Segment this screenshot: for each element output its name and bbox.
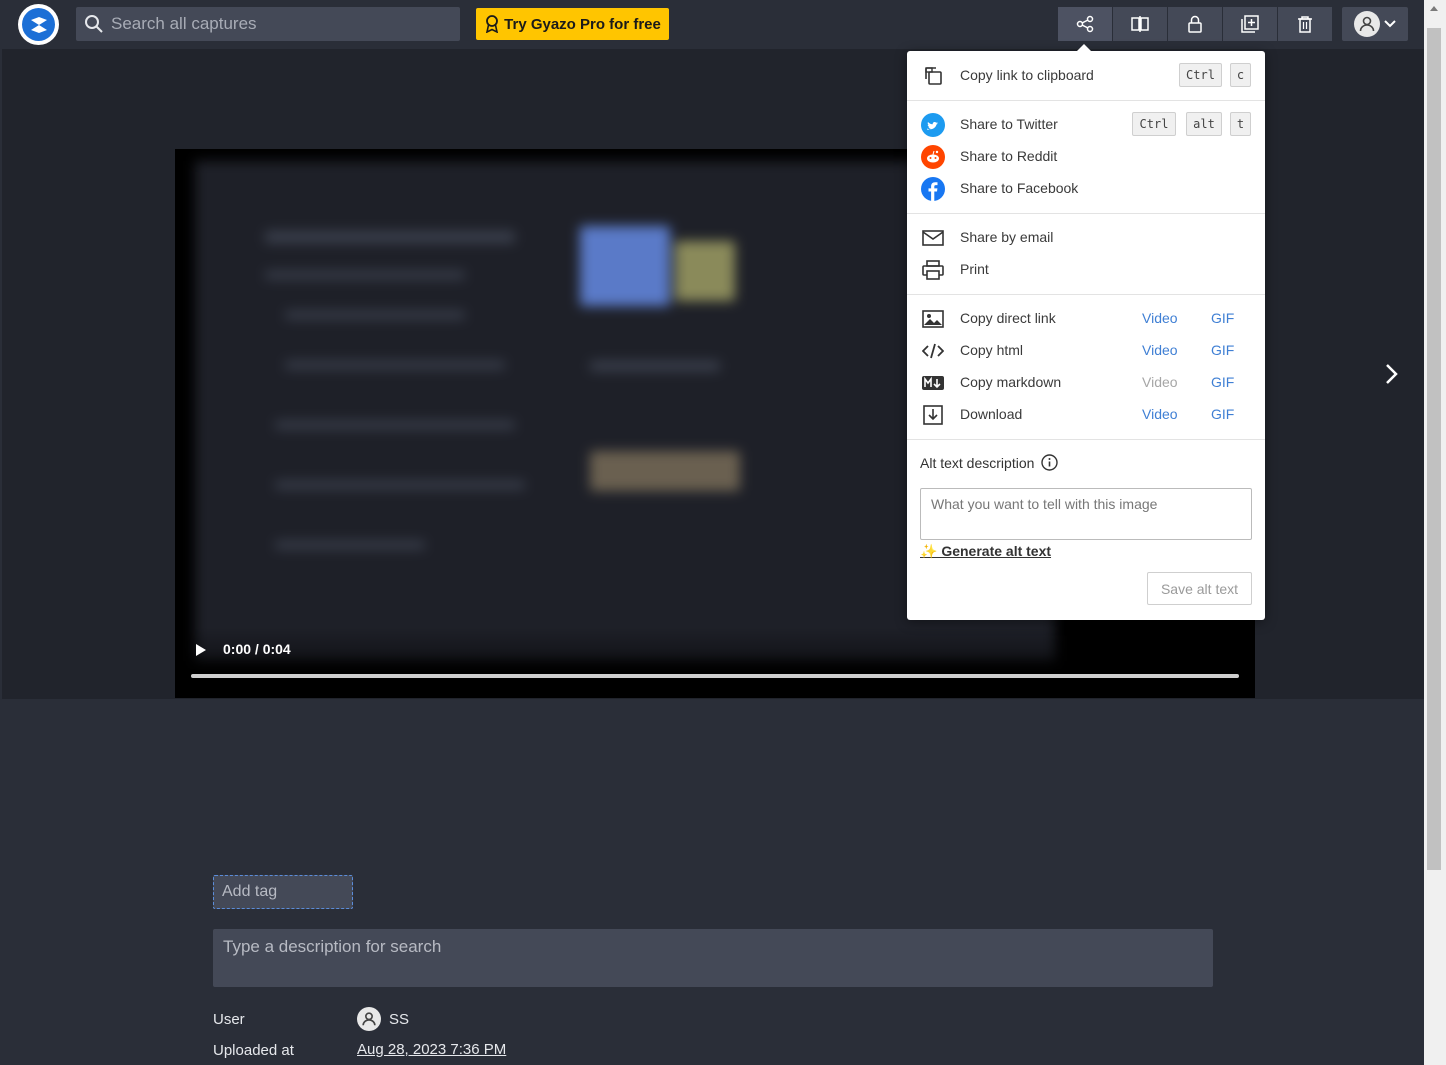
copy-markdown-video: Video <box>1142 374 1178 390</box>
copy-html-label: Copy html <box>960 342 1024 358</box>
share-reddit-label: Share to Reddit <box>960 148 1058 164</box>
user-label: User <box>213 1011 245 1028</box>
download-video[interactable]: Video <box>1142 406 1178 422</box>
search-icon <box>85 15 103 33</box>
download-icon <box>921 403 945 427</box>
copy-direct-link-label: Copy direct link <box>960 310 1056 326</box>
download-item: Download Video GIF <box>907 399 1265 431</box>
search-input[interactable] <box>111 14 441 34</box>
share-email-label: Share by email <box>960 229 1054 245</box>
info-icon[interactable] <box>1041 454 1059 471</box>
try-pro-label: Try Gyazo Pro for free <box>504 15 661 33</box>
copy-link-label: Copy link to clipboard <box>960 67 1094 83</box>
share-facebook-item[interactable]: Share to Facebook <box>907 173 1265 205</box>
image-toolbar <box>1058 7 1332 41</box>
copy-direct-link-item: Copy direct link Video GIF <box>907 303 1265 335</box>
print-label: Print <box>960 261 989 277</box>
gyazo-logo[interactable] <box>18 4 59 45</box>
user-name: SS <box>389 1010 410 1028</box>
play-icon[interactable] <box>195 643 207 657</box>
share-icon <box>1076 15 1094 33</box>
menu-divider <box>907 439 1265 440</box>
alt-text-input[interactable] <box>920 488 1252 540</box>
share-reddit-item[interactable]: Share to Reddit <box>907 141 1265 173</box>
share-twitter-label: Share to Twitter <box>960 116 1058 132</box>
lock-icon <box>1188 15 1202 33</box>
email-icon <box>921 226 945 250</box>
download-gif[interactable]: GIF <box>1211 406 1234 422</box>
add-to-collection-button[interactable] <box>1223 7 1277 41</box>
share-facebook-label: Share to Facebook <box>960 180 1079 196</box>
copy-html-item: Copy html Video GIF <box>907 335 1265 367</box>
user-icon <box>362 1012 376 1026</box>
alt-text-label: Alt text description <box>920 454 1035 471</box>
share-menu: Copy link to clipboard Ctrl c Share to T… <box>907 44 1265 620</box>
description-input[interactable]: Type a description for search <box>213 929 1213 987</box>
video-progress-bar[interactable] <box>191 674 1239 678</box>
gyazo-logo-icon <box>22 8 55 41</box>
privacy-button[interactable] <box>1168 7 1222 41</box>
add-to-collection-icon <box>1241 15 1259 33</box>
copy-markdown-gif[interactable]: GIF <box>1211 374 1234 390</box>
add-tag-input[interactable]: Add tag <box>213 875 353 909</box>
generate-alt-text-link[interactable]: ✨ Generate alt text <box>920 543 1051 560</box>
scroll-up-icon[interactable] <box>1430 6 1438 11</box>
uploaded-date-link[interactable]: Aug 28, 2023 7:36 PM <box>357 1041 506 1058</box>
shortcut-key: t <box>1230 112 1251 136</box>
delete-button[interactable] <box>1278 7 1332 41</box>
menu-divider <box>907 213 1265 214</box>
copy-markdown-label: Copy markdown <box>960 374 1062 390</box>
menu-divider <box>907 100 1265 101</box>
copy-markdown-item: Copy markdown Video GIF <box>907 367 1265 399</box>
share-button[interactable] <box>1058 7 1112 41</box>
award-icon <box>486 15 499 33</box>
save-alt-text-button[interactable]: Save alt text <box>1147 572 1252 605</box>
print-icon <box>921 258 945 282</box>
compare-icon <box>1131 16 1149 32</box>
download-label: Download <box>960 406 1023 422</box>
account-menu-button[interactable] <box>1342 7 1408 41</box>
copy-html-video[interactable]: Video <box>1142 342 1178 358</box>
twitter-icon <box>921 113 945 137</box>
print-item[interactable]: Print <box>907 254 1265 286</box>
code-icon <box>921 339 945 363</box>
reddit-icon <box>921 145 945 169</box>
shortcut-key: c <box>1230 63 1251 87</box>
avatar <box>1354 11 1380 37</box>
copy-direct-link-video[interactable]: Video <box>1142 310 1178 326</box>
share-twitter-item[interactable]: Share to Twitter Ctrl alt t <box>907 109 1265 141</box>
image-icon <box>921 307 945 331</box>
search-box[interactable] <box>76 7 460 41</box>
copy-link-item[interactable]: Copy link to clipboard Ctrl c <box>907 60 1265 92</box>
facebook-icon <box>921 177 945 201</box>
top-bar: Try Gyazo Pro for free <box>0 0 1424 49</box>
trash-icon <box>1298 16 1312 33</box>
video-time: 0:00 / 0:04 <box>223 641 291 657</box>
shortcut-key: Ctrl <box>1132 112 1176 136</box>
chevron-right-icon[interactable] <box>1382 362 1400 386</box>
shortcut-key: alt <box>1186 112 1222 136</box>
share-email-item[interactable]: Share by email <box>907 222 1265 254</box>
avatar <box>357 1007 381 1031</box>
try-pro-button[interactable]: Try Gyazo Pro for free <box>476 8 669 40</box>
uploaded-label: Uploaded at <box>213 1042 294 1059</box>
copy-icon <box>921 64 945 88</box>
markdown-icon <box>921 371 945 395</box>
chevron-down-icon <box>1384 20 1396 28</box>
alt-text-heading: Alt text description <box>920 454 1059 471</box>
compare-button[interactable] <box>1113 7 1167 41</box>
menu-divider <box>907 294 1265 295</box>
user-info[interactable]: SS <box>357 1007 409 1031</box>
scrollbar-thumb[interactable] <box>1427 28 1441 870</box>
copy-html-gif[interactable]: GIF <box>1211 342 1234 358</box>
user-icon <box>1359 16 1375 32</box>
shortcut-key: Ctrl <box>1179 63 1222 87</box>
video-controls: 0:00 / 0:04 <box>175 627 1255 698</box>
copy-direct-link-gif[interactable]: GIF <box>1211 310 1234 326</box>
